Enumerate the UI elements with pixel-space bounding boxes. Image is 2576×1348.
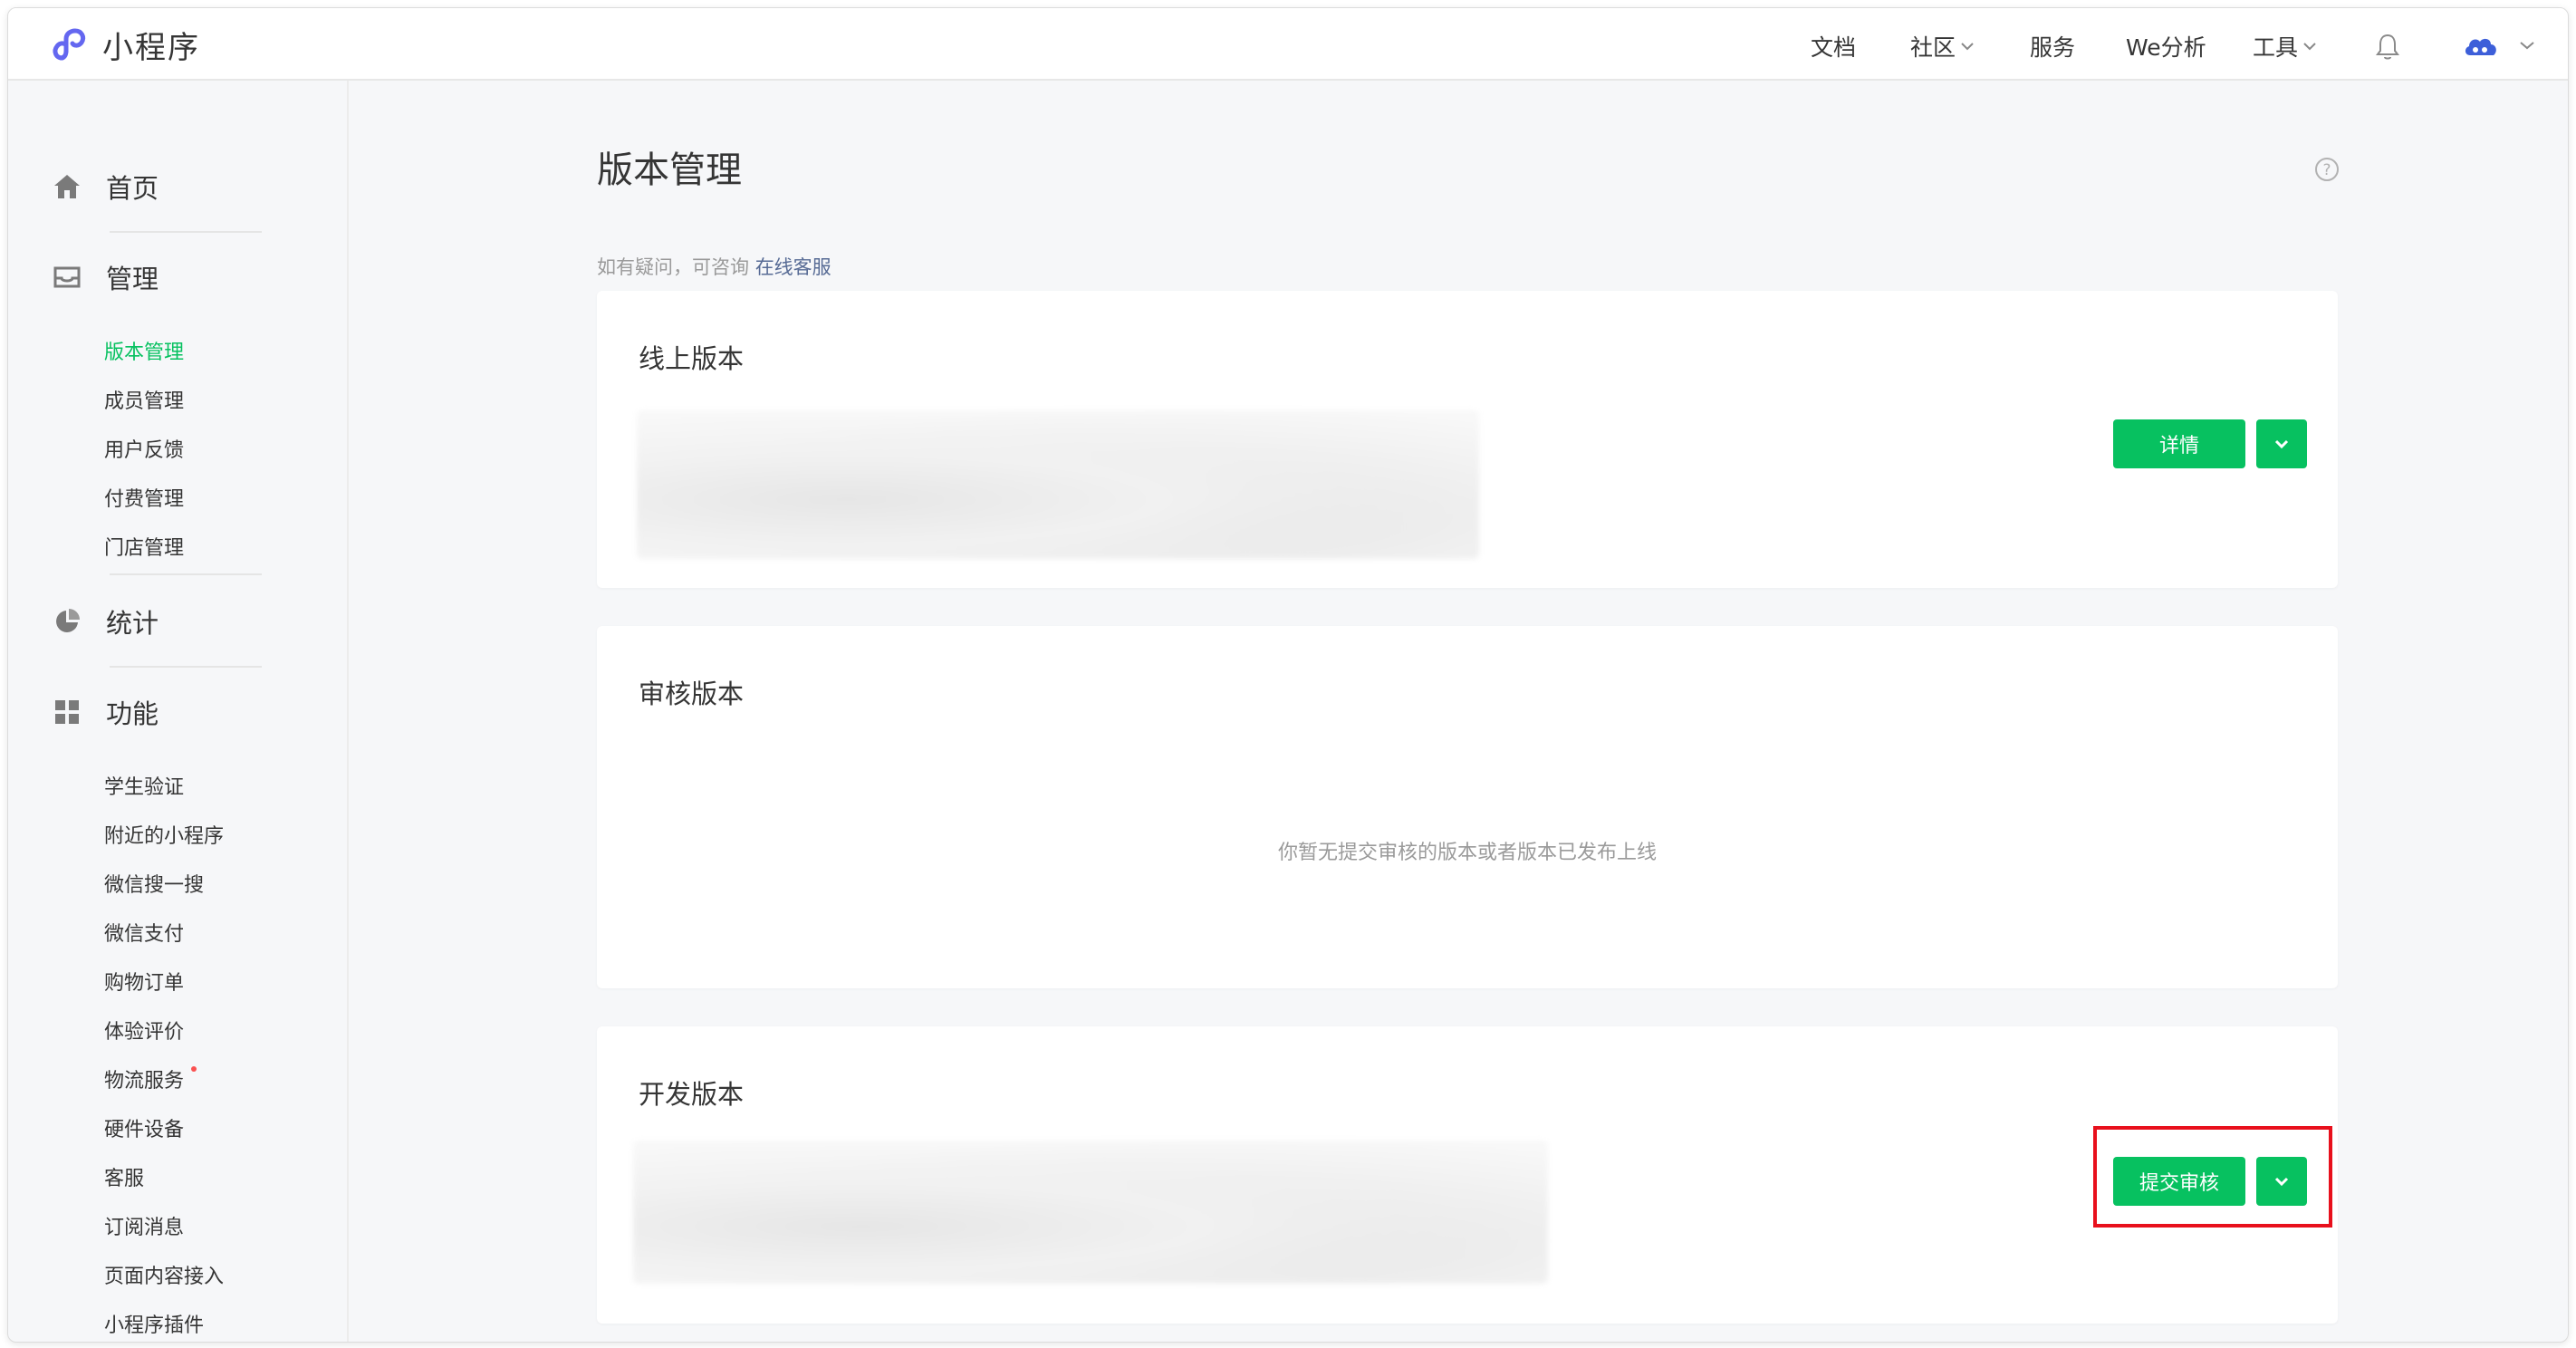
sidebar-item-plugins[interactable]: 小程序插件 xyxy=(104,1309,204,1338)
sidebar-label-features: 功能 xyxy=(106,698,159,729)
sidebar-label-home: 首页 xyxy=(106,173,159,204)
hint-text: 如有疑问，可咨询 xyxy=(597,256,755,278)
sidebar-item-version-manage[interactable]: 版本管理 xyxy=(104,336,184,365)
app-name: 小程序 xyxy=(102,30,200,66)
help-icon[interactable]: ? xyxy=(2314,157,2340,182)
chevron-down-icon[interactable] xyxy=(2519,41,2535,50)
cloud-avatar-icon[interactable] xyxy=(2463,34,2499,57)
sidebar-divider xyxy=(110,573,262,575)
sidebar-item-hardware[interactable]: 硬件设备 xyxy=(104,1113,184,1142)
sidebar-item-shopping-orders[interactable]: 购物订单 xyxy=(104,967,184,996)
card-title-review: 审核版本 xyxy=(639,679,745,709)
tray-icon xyxy=(52,262,82,293)
online-service-link[interactable]: 在线客服 xyxy=(755,256,831,278)
card-title-online: 线上版本 xyxy=(639,343,745,374)
nav-docs[interactable]: 文档 xyxy=(1811,30,1856,63)
nav-community[interactable]: 社区 xyxy=(1910,30,1975,63)
bell-icon[interactable] xyxy=(2374,32,2401,61)
sidebar-item-home[interactable]: 首页 xyxy=(52,168,159,206)
nav-tools-label: 工具 xyxy=(2253,34,2299,61)
home-icon xyxy=(52,171,82,202)
sidebar-item-member-manage[interactable]: 成员管理 xyxy=(104,385,184,414)
sidebar-item-experience-review[interactable]: 体验评价 xyxy=(104,1016,184,1045)
chevron-down-icon xyxy=(1961,43,1974,51)
sidebar-item-store-manage[interactable]: 门店管理 xyxy=(104,532,184,561)
sidebar-item-features[interactable]: 功能 xyxy=(52,693,159,731)
sidebar-item-stats[interactable]: 统计 xyxy=(52,602,159,640)
dev-version-card: 开发版本 提交审核 xyxy=(597,1026,2338,1324)
svg-text:?: ? xyxy=(2322,161,2331,179)
sidebar-item-wechat-search[interactable]: 微信搜一搜 xyxy=(104,869,204,898)
card-title-dev: 开发版本 xyxy=(639,1079,745,1110)
review-empty-text: 你暂无提交审核的版本或者版本已发布上线 xyxy=(1277,842,1657,864)
sidebar-divider xyxy=(110,666,262,668)
redacted-version-info xyxy=(633,1141,1548,1284)
nav-services[interactable]: 服务 xyxy=(2030,30,2075,63)
chevron-down-icon xyxy=(2303,43,2316,51)
online-more-dropdown[interactable] xyxy=(2256,419,2307,468)
redacted-version-info xyxy=(637,410,1479,559)
annotation-highlight-box xyxy=(2093,1126,2332,1228)
chevron-down-icon xyxy=(2274,439,2289,449)
sidebar-item-subscribe-message[interactable]: 订阅消息 xyxy=(104,1211,184,1240)
nav-community-label: 社区 xyxy=(1910,34,1956,61)
app-logo[interactable]: 小程序 xyxy=(50,23,200,67)
sidebar-item-manage[interactable]: 管理 xyxy=(52,258,159,296)
new-badge-dot xyxy=(191,1066,197,1072)
grid-icon xyxy=(52,697,82,727)
sidebar-item-page-content[interactable]: 页面内容接入 xyxy=(104,1260,224,1289)
page-title: 版本管理 xyxy=(597,149,742,191)
sidebar: 首页 管理 版本管理 成员管理 用户反馈 付费管理 门店管理 统计 功能 学生验… xyxy=(8,81,349,1342)
details-button[interactable]: 详情 xyxy=(2113,419,2245,468)
help-hint: 如有疑问，可咨询 在线客服 xyxy=(597,253,831,280)
sidebar-divider xyxy=(110,231,262,233)
sidebar-label-manage: 管理 xyxy=(106,264,159,294)
review-version-card: 审核版本 你暂无提交审核的版本或者版本已发布上线 xyxy=(597,626,2338,988)
online-version-card: 线上版本 详情 xyxy=(597,291,2338,588)
sidebar-label-stats: 统计 xyxy=(106,608,159,639)
sidebar-item-nearby-miniprogram[interactable]: 附近的小程序 xyxy=(104,820,224,849)
sidebar-item-wechat-pay[interactable]: 微信支付 xyxy=(104,918,184,947)
sidebar-item-logistics[interactable]: 物流服务 xyxy=(104,1064,184,1093)
sidebar-item-customer-service[interactable]: 客服 xyxy=(104,1162,144,1191)
nav-tools[interactable]: 工具 xyxy=(2253,30,2317,63)
miniprogram-logo-icon xyxy=(53,27,86,60)
sidebar-item-payment-manage[interactable]: 付费管理 xyxy=(104,483,184,512)
browser-window: 小程序 文档 社区 服务 We分析 工具 首页 管理 版本管理 成员管理 用户反… xyxy=(7,7,2569,1343)
pie-chart-icon xyxy=(52,606,82,637)
nav-we-analytics[interactable]: We分析 xyxy=(2126,30,2206,63)
sidebar-item-user-feedback[interactable]: 用户反馈 xyxy=(104,434,184,463)
sidebar-item-student-verify[interactable]: 学生验证 xyxy=(104,771,184,800)
top-bar: 小程序 文档 社区 服务 We分析 工具 xyxy=(8,8,2568,81)
